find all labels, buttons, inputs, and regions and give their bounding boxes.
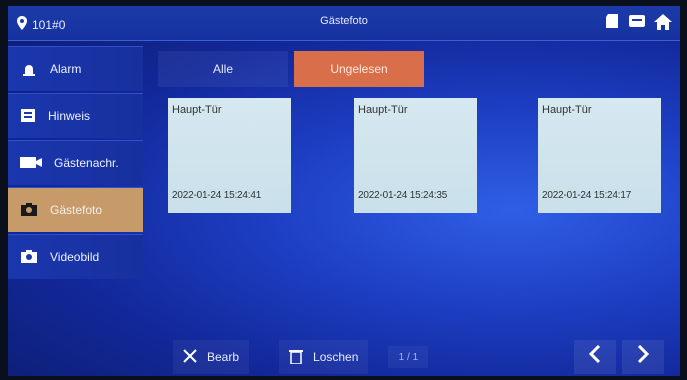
photo-timestamp: 2022-01-24 15:24:35 — [358, 190, 448, 201]
sidebar-item-video-image[interactable]: Videobild — [8, 234, 143, 279]
filter-tabs: Alle Ungelesen — [158, 51, 424, 87]
home-icon[interactable] — [654, 14, 672, 33]
trash-icon — [289, 348, 304, 367]
intercom-screen: 101#0 Gästefoto Alarm Hinweis Gästenachr… — [8, 6, 680, 376]
sd-card-icon — [604, 14, 620, 33]
page-title: Gästefoto — [320, 15, 368, 27]
photo-door: Haupt-Tür — [358, 104, 408, 116]
chevron-right-icon — [636, 344, 650, 369]
sidebar-item-video-message[interactable]: Gästenachr. — [8, 140, 143, 185]
photo-grid: Haupt-Tür 2022-01-24 15:24:41 Haupt-Tür … — [168, 98, 673, 218]
pagination — [574, 340, 664, 374]
photo-card[interactable]: Haupt-Tür 2022-01-24 15:24:35 — [354, 98, 477, 213]
camera-icon — [20, 201, 38, 220]
photo-timestamp: 2022-01-24 15:24:41 — [172, 190, 262, 201]
edit-label: Bearb — [207, 350, 240, 364]
sidebar-item-label: Gästefoto — [50, 203, 103, 217]
sidebar: Alarm Hinweis Gästenachr. Gästefoto Vide — [8, 46, 143, 281]
video-message-icon — [20, 155, 42, 172]
next-button[interactable] — [622, 340, 664, 374]
sidebar-item-label: Hinweis — [48, 109, 91, 123]
photo-timestamp: 2022-01-24 15:24:17 — [542, 190, 632, 201]
alarm-icon — [20, 60, 38, 79]
sidebar-item-notice[interactable]: Hinweis — [8, 93, 143, 138]
sidebar-item-alarm[interactable]: Alarm — [8, 46, 143, 91]
delete-button[interactable]: Loschen — [279, 340, 369, 374]
sidebar-item-guest-photo[interactable]: Gästefoto — [8, 187, 143, 232]
page-indicator: 1 / 1 — [388, 346, 429, 368]
photo-card[interactable]: Haupt-Tür 2022-01-24 15:24:41 — [168, 98, 291, 213]
message-icon[interactable] — [628, 14, 646, 33]
sidebar-item-label: Gästenachr. — [54, 156, 119, 170]
close-icon — [183, 348, 197, 366]
tab-unread[interactable]: Ungelesen — [294, 51, 424, 87]
photo-door: Haupt-Tür — [172, 104, 222, 116]
top-icons — [604, 14, 672, 33]
photo-door: Haupt-Tür — [542, 104, 592, 116]
top-bar: 101#0 Gästefoto — [8, 6, 680, 41]
sidebar-item-label: Videobild — [50, 250, 100, 264]
notice-icon — [20, 107, 36, 126]
chevron-left-icon — [588, 344, 602, 369]
edit-button[interactable]: Bearb — [173, 340, 250, 374]
video-camera-icon — [20, 248, 38, 267]
sidebar-item-label: Alarm — [50, 62, 82, 76]
bottom-toolbar: Bearb Loschen 1 / 1 — [158, 338, 678, 376]
delete-label: Loschen — [313, 350, 359, 364]
tab-all[interactable]: Alle — [158, 51, 288, 87]
previous-button[interactable] — [574, 340, 616, 374]
photo-card[interactable]: Haupt-Tür 2022-01-24 15:24:17 — [538, 98, 661, 213]
